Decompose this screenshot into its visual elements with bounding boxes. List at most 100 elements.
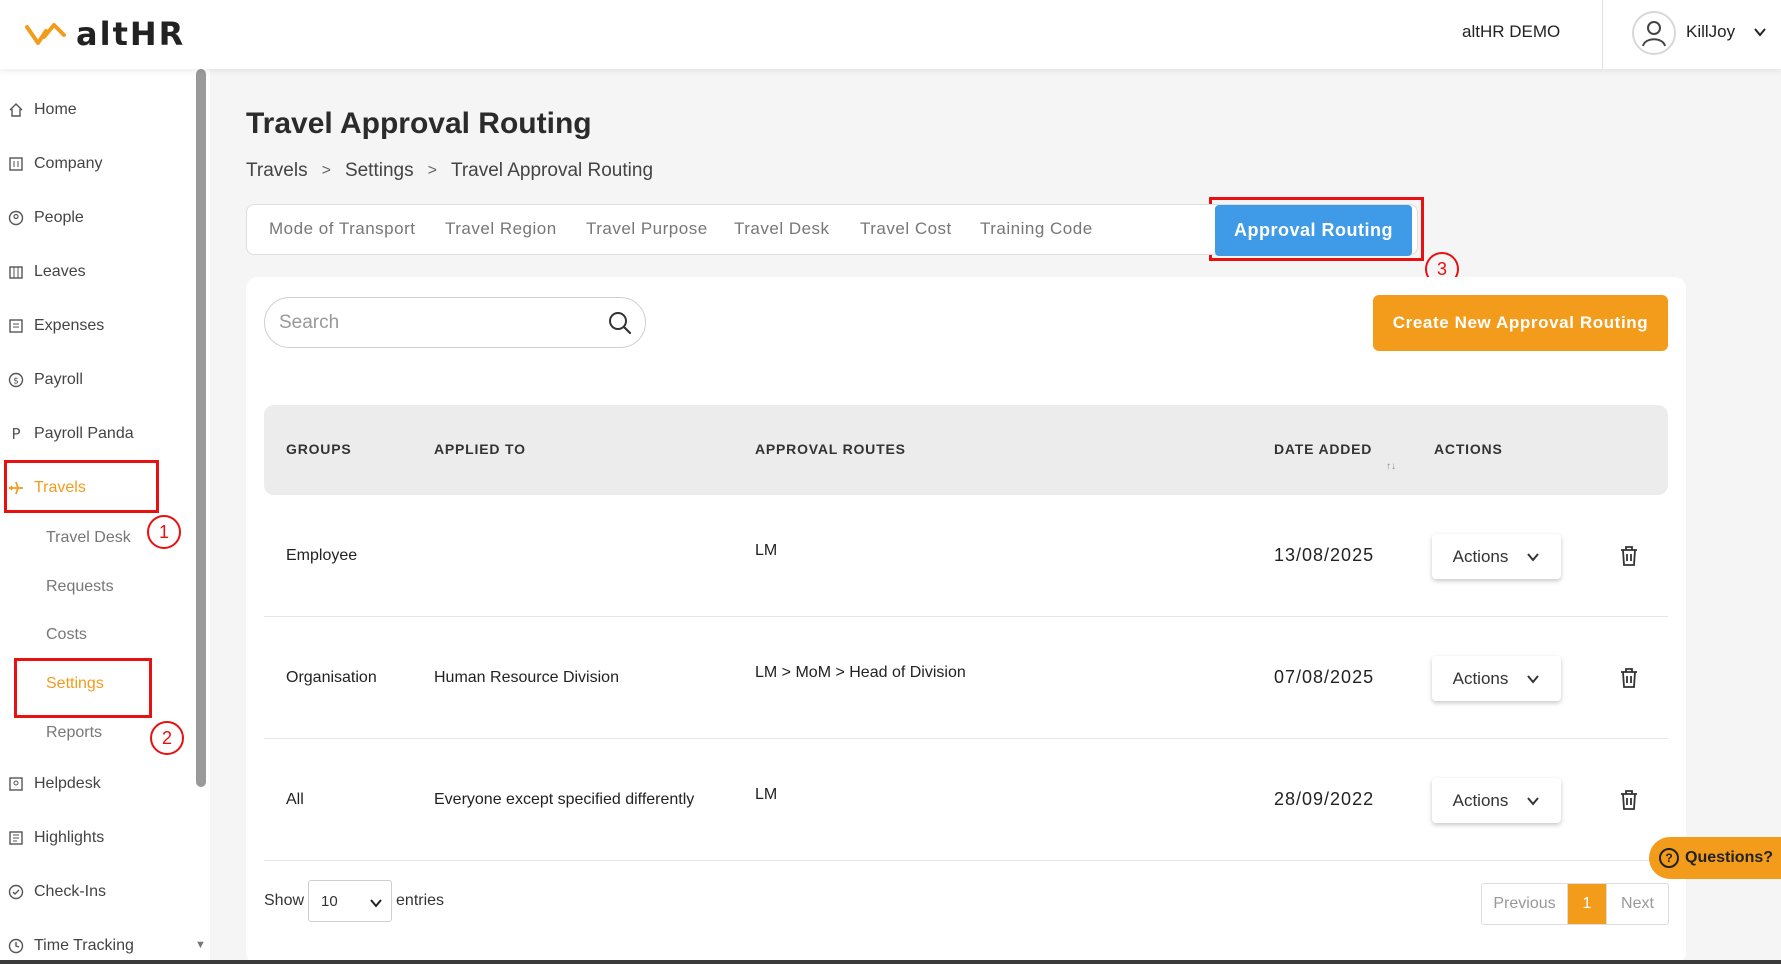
sidebar-item-label: Check-Ins [34, 883, 107, 900]
scroll-down-arrow-icon[interactable]: ▼ [195, 939, 206, 951]
svg-text:P: P [11, 426, 20, 442]
column-header-date-added[interactable]: DATE ADDED [1274, 441, 1372, 457]
cell-date: 28/09/2022 [1274, 789, 1375, 809]
althr-logo[interactable]: altHR [24, 14, 185, 54]
sidebar: Home Company People Leaves Expenses $ Pa… [0, 69, 210, 964]
chevron-down-icon [1527, 796, 1540, 806]
sidebar-scrollbar[interactable] [196, 69, 206, 787]
search-box[interactable] [264, 297, 646, 348]
sidebar-item-company[interactable]: Company [8, 151, 102, 177]
sidebar-item-people[interactable]: People [8, 205, 84, 231]
user-name[interactable]: KillJoy [1686, 22, 1735, 42]
actions-label: Actions [1452, 668, 1509, 688]
sidebar-item-label: Expenses [34, 317, 105, 334]
trash-icon[interactable] [1619, 667, 1639, 689]
actions-dropdown-button[interactable]: Actions [1432, 534, 1561, 579]
tab-travel-region[interactable]: Travel Region [445, 219, 557, 239]
breadcrumb: Travels > Settings > Travel Approval Rou… [246, 160, 653, 182]
previous-page-button[interactable]: Previous [1482, 884, 1568, 924]
table-row: Employee LM 13/08/2025 Actions [264, 495, 1668, 617]
tab-training-code[interactable]: Training Code [980, 219, 1093, 239]
tab-travel-cost[interactable]: Travel Cost [860, 219, 952, 239]
page-1-button[interactable]: 1 [1568, 884, 1606, 924]
company-name: altHR DEMO [1462, 22, 1561, 41]
sidebar-sub-travel-desk[interactable]: Travel Desk [46, 526, 131, 550]
show-entries: Show 10 entries [264, 880, 444, 922]
next-page-button[interactable]: Next [1606, 884, 1668, 924]
column-header-groups[interactable]: GROUPS [286, 441, 351, 457]
cell-route: LM > MoM > Head of Division [755, 664, 966, 681]
sidebar-item-label: Payroll [34, 371, 83, 388]
actions-dropdown-button[interactable]: Actions [1432, 656, 1561, 701]
cell-date: 07/08/2025 [1274, 667, 1375, 687]
top-bar: altHR altHR DEMO KillJoy [0, 0, 1781, 69]
home-icon [8, 102, 24, 118]
sidebar-item-label: Time Tracking [34, 937, 134, 954]
chevron-down-icon[interactable] [1752, 24, 1768, 40]
breadcrumb-separator: > [427, 162, 437, 179]
search-input[interactable] [279, 310, 589, 336]
sidebar-item-label: Payroll Panda [34, 425, 134, 442]
building-icon [8, 156, 24, 172]
sidebar-item-leaves[interactable]: Leaves [8, 259, 86, 285]
cell-group: All [286, 791, 304, 808]
sidebar-item-highlights[interactable]: Highlights [8, 825, 104, 851]
trash-icon[interactable] [1619, 545, 1639, 567]
sort-arrows-icon[interactable]: ↑↓ [1386, 461, 1396, 472]
cell-route: LM [755, 542, 778, 559]
user-avatar-icon[interactable] [1632, 11, 1676, 55]
receipt-icon [8, 318, 24, 334]
breadcrumb-current: Travel Approval Routing [450, 160, 654, 181]
annotation-box-settings [14, 658, 152, 718]
entries-select[interactable]: 10 [308, 880, 393, 922]
sidebar-sub-requests[interactable]: Requests [46, 575, 114, 599]
calendar-icon [8, 264, 24, 280]
sidebar-sub-costs[interactable]: Costs [46, 623, 87, 647]
sidebar-item-expenses[interactable]: Expenses [8, 313, 104, 339]
actions-dropdown-button[interactable]: Actions [1432, 778, 1561, 823]
table-header: GROUPS APPLIED TO APPROVAL ROUTES DATE A… [264, 405, 1668, 495]
cell-group: Organisation [286, 669, 377, 686]
sidebar-sub-reports[interactable]: Reports [46, 721, 102, 745]
actions-label: Actions [1452, 546, 1509, 566]
table-row: Organisation Human Resource Division LM … [264, 617, 1668, 739]
page-title: Travel Approval Routing [246, 107, 592, 140]
helpdesk-icon [8, 776, 24, 792]
question-icon: ? [1659, 848, 1679, 868]
search-icon[interactable] [607, 310, 633, 336]
entries-label: entries [396, 892, 445, 909]
sidebar-item-payroll-panda[interactable]: P Payroll Panda [8, 421, 134, 447]
questions-help-button[interactable]: ? Questions? [1649, 837, 1781, 879]
cell-date: 13/08/2025 [1274, 545, 1375, 565]
sidebar-item-check-ins[interactable]: Check-Ins [8, 879, 106, 905]
column-header-actions: ACTIONS [1434, 441, 1503, 457]
trash-icon[interactable] [1619, 789, 1639, 811]
cell-applied-to: Everyone except specified differently [434, 791, 695, 808]
sidebar-item-helpdesk[interactable]: Helpdesk [8, 771, 101, 797]
actions-label: Actions [1452, 790, 1509, 810]
tab-approval-routing[interactable]: Approval Routing [1215, 205, 1412, 256]
column-header-applied-to[interactable]: APPLIED TO [434, 441, 526, 457]
top-divider [1602, 0, 1603, 69]
sidebar-item-payroll[interactable]: $ Payroll [8, 367, 83, 393]
dollar-circle-icon: $ [8, 372, 24, 388]
sidebar-item-time-tracking[interactable]: Time Tracking [8, 933, 134, 959]
sidebar-item-home[interactable]: Home [8, 97, 77, 123]
create-approval-routing-button[interactable]: Create New Approval Routing [1373, 295, 1668, 351]
tab-travel-purpose[interactable]: Travel Purpose [586, 219, 708, 239]
check-circle-icon [8, 884, 24, 900]
annotation-box-travels [4, 460, 159, 513]
breadcrumb-travels[interactable]: Travels [246, 160, 308, 182]
tab-travel-desk[interactable]: Travel Desk [734, 219, 830, 239]
sidebar-item-label: Home [34, 101, 77, 118]
tab-mode-of-transport[interactable]: Mode of Transport [269, 219, 415, 239]
breadcrumb-settings[interactable]: Settings [345, 160, 414, 182]
questions-label: Questions? [1685, 849, 1774, 866]
p-icon: P [8, 426, 24, 442]
annotation-number-2: 2 [150, 721, 184, 755]
sidebar-item-label: Helpdesk [34, 775, 101, 792]
column-header-approval-routes[interactable]: APPROVAL ROUTES [755, 441, 906, 457]
show-label: Show [264, 892, 305, 909]
person-circle-icon [8, 210, 24, 226]
sidebar-item-label: Company [34, 155, 103, 172]
